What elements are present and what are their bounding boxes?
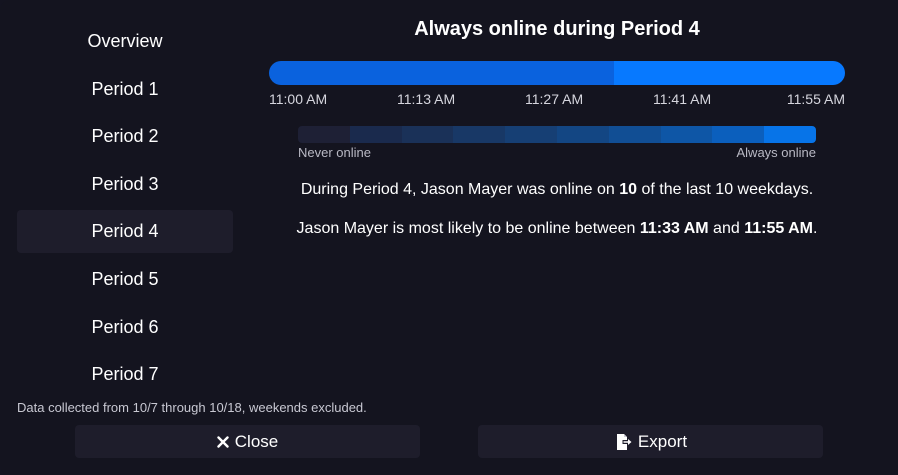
legend-swatch bbox=[505, 126, 557, 143]
sidebar-item-period-7[interactable]: Period 7 bbox=[17, 353, 233, 396]
period-dialog: Overview Period 1 Period 2 Period 3 Peri… bbox=[0, 0, 898, 475]
export-button[interactable]: Export bbox=[478, 425, 823, 458]
sidebar-item-overview[interactable]: Overview bbox=[17, 20, 233, 63]
legend-swatch bbox=[453, 126, 506, 143]
sidebar-item-label: Period 4 bbox=[91, 221, 159, 242]
sidebar-item-period-4[interactable]: Period 4 bbox=[17, 210, 233, 254]
online-days-summary: During Period 4, Jason Mayer was online … bbox=[268, 181, 846, 199]
sidebar-item-label: Overview bbox=[87, 31, 163, 51]
legend-swatch bbox=[660, 126, 713, 143]
period-sidebar: Overview Period 1 Period 2 Period 3 Peri… bbox=[17, 20, 233, 401]
summary-text: and bbox=[708, 220, 745, 237]
summary-text: During Period 4, Jason Mayer was online … bbox=[300, 181, 620, 198]
summary-text: . bbox=[812, 220, 818, 237]
timeline-tick: 11:55 AM bbox=[786, 91, 845, 107]
legend-labels: Never online Always online bbox=[298, 145, 816, 161]
sidebar-item-period-3[interactable]: Period 3 bbox=[17, 163, 233, 206]
online-frequency-legend bbox=[298, 126, 816, 143]
sidebar-item-period-6[interactable]: Period 6 bbox=[17, 306, 233, 349]
summary-text: of the last 10 weekdays. bbox=[637, 181, 814, 198]
sidebar-item-label: Period 5 bbox=[91, 268, 159, 289]
legend-min-label: Never online bbox=[298, 145, 371, 160]
sidebar-item-label: Period 7 bbox=[91, 364, 159, 385]
legend-swatch bbox=[401, 126, 454, 143]
online-timeline-bar bbox=[269, 61, 845, 85]
legend-swatch bbox=[349, 126, 402, 143]
sidebar-item-period-2[interactable]: Period 2 bbox=[17, 115, 233, 158]
timeline-tick: 11:00 AM bbox=[269, 91, 328, 107]
likely-online-summary: Jason Mayer is most likely to be online … bbox=[268, 220, 846, 238]
sidebar-item-label: Period 3 bbox=[91, 173, 159, 194]
sidebar-item-period-1[interactable]: Period 1 bbox=[17, 68, 233, 111]
legend-swatch bbox=[764, 126, 816, 143]
legend-swatch bbox=[712, 126, 765, 143]
close-button-label: Close bbox=[234, 431, 279, 451]
summary-start-time: 11:33 AM bbox=[639, 220, 709, 237]
sidebar-item-period-5[interactable]: Period 5 bbox=[17, 258, 233, 301]
timeline-tick: 11:27 AM bbox=[525, 91, 584, 107]
export-button-label: Export bbox=[637, 431, 688, 451]
timeline-segment bbox=[269, 61, 614, 85]
legend-max-label: Always online bbox=[736, 145, 817, 160]
close-button[interactable]: Close bbox=[75, 425, 420, 458]
legend-swatch bbox=[608, 126, 661, 143]
sidebar-item-label: Period 6 bbox=[91, 316, 159, 337]
sidebar-item-label: Period 2 bbox=[91, 126, 159, 147]
timeline-ticks: 11:00 AM 11:13 AM 11:27 AM 11:41 AM 11:5… bbox=[269, 91, 845, 109]
timeline-segment-highlight bbox=[614, 61, 845, 85]
legend-swatch bbox=[298, 126, 350, 143]
page-title: Always online during Period 4 bbox=[414, 18, 700, 40]
timeline-tick: 11:13 AM bbox=[397, 91, 456, 107]
data-collection-note: Data collected from 10/7 through 10/18, … bbox=[17, 400, 367, 415]
timeline-tick: 11:41 AM bbox=[653, 91, 712, 107]
summary-end-time: 11:55 AM bbox=[744, 220, 813, 237]
sidebar-item-label: Period 1 bbox=[91, 78, 159, 99]
summary-text: Jason Mayer is most likely to be online … bbox=[296, 220, 640, 237]
summary-days-count: 10 bbox=[619, 181, 638, 198]
legend-swatch bbox=[556, 126, 609, 143]
file-export-icon bbox=[614, 433, 632, 451]
close-icon bbox=[217, 435, 229, 448]
